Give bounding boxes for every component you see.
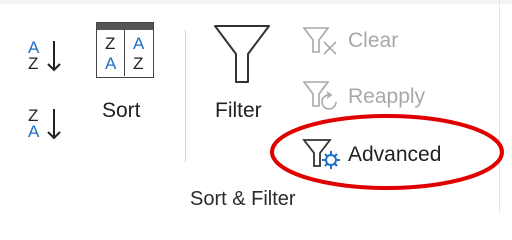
group-label: Sort & Filter	[190, 188, 296, 210]
highlight-ellipse	[270, 114, 504, 190]
